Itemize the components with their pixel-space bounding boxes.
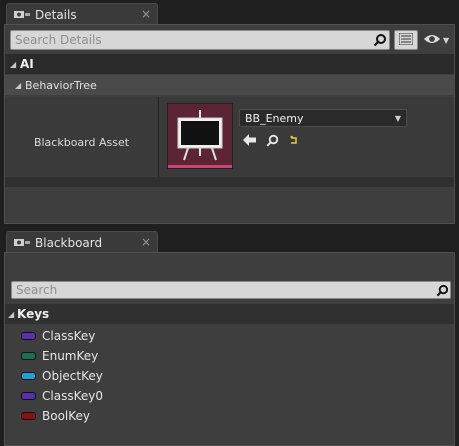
keys-category[interactable]: ◢ Keys — [5, 304, 454, 324]
details-tab-icon — [13, 8, 31, 22]
keys-category-label: Keys — [17, 307, 50, 321]
blackboard-search-field[interactable] — [11, 281, 451, 299]
key-item[interactable]: BoolKey — [5, 406, 454, 426]
blackboard-tab-icon — [13, 236, 31, 250]
key-type-pill-icon — [21, 352, 36, 360]
view-options-button[interactable] — [394, 30, 418, 50]
asset-picker-combo[interactable]: BB_Enemy ▼ — [239, 109, 407, 127]
key-label: EnumKey — [42, 349, 99, 363]
key-label: ObjectKey — [42, 369, 103, 383]
use-selected-arrow-icon[interactable] — [243, 133, 257, 147]
chevron-down-icon: ▼ — [394, 113, 401, 123]
blackboard-tab-close-icon[interactable]: × — [141, 235, 151, 249]
details-search-input[interactable] — [11, 31, 371, 49]
asset-thumbnail[interactable] — [167, 103, 233, 169]
key-label: BoolKey — [42, 409, 91, 423]
key-item[interactable]: ObjectKey — [5, 366, 454, 386]
property-footer — [5, 177, 454, 187]
blackboard-asset-icon — [177, 110, 223, 161]
list-view-icon — [398, 32, 414, 48]
tab-blackboard[interactable]: Blackboard × — [6, 231, 158, 253]
details-search-field[interactable] — [10, 30, 390, 50]
key-label: ClassKey0 — [42, 389, 103, 403]
key-item[interactable]: ClassKey — [5, 326, 454, 346]
key-type-pill-icon — [21, 392, 36, 400]
search-icon[interactable] — [434, 282, 450, 298]
key-item[interactable]: EnumKey — [5, 346, 454, 366]
property-value: BB_Enemy ▼ — [159, 97, 454, 187]
key-item[interactable]: ClassKey0 — [5, 386, 454, 406]
blackboard-panel: ◢ Keys ClassKey EnumKey ObjectKey ClassK… — [4, 252, 455, 446]
asset-actions — [243, 133, 301, 147]
browse-magnifier-icon[interactable] — [265, 133, 279, 147]
details-tab-close-icon[interactable]: × — [141, 7, 151, 21]
key-type-pill-icon — [21, 412, 36, 420]
key-label: ClassKey — [42, 329, 96, 343]
collapse-arrow-icon: ◢ — [10, 59, 17, 69]
eye-icon — [423, 33, 441, 48]
property-row-blackboard-asset: Blackboard Asset BB_Enemy ▼ — [5, 97, 454, 187]
keys-list: ClassKey EnumKey ObjectKey ClassKey0 Boo… — [5, 326, 454, 426]
details-tabstrip: Details × — [0, 0, 459, 25]
blackboard-search-input[interactable] — [12, 282, 434, 298]
tab-details[interactable]: Details × — [6, 3, 158, 25]
collapse-arrow-icon: ◢ — [15, 80, 22, 90]
key-type-pill-icon — [21, 372, 36, 380]
asset-type-color-bar — [168, 165, 232, 168]
category-ai[interactable]: ◢ AI — [5, 54, 454, 74]
category-ai-label: AI — [20, 57, 34, 71]
subcategory-behaviortree[interactable]: ◢ BehaviorTree — [5, 75, 454, 95]
blackboard-tab-label: Blackboard — [35, 235, 103, 250]
chevron-down-icon: ▼ — [443, 36, 450, 45]
key-type-pill-icon — [21, 332, 36, 340]
visibility-filter-button[interactable]: ▼ — [423, 33, 449, 48]
reset-to-default-icon[interactable] — [287, 133, 301, 147]
details-tab-label: Details — [35, 7, 77, 22]
property-name: Blackboard Asset — [5, 97, 159, 187]
asset-picker-value: BB_Enemy — [245, 111, 304, 125]
search-icon[interactable] — [371, 31, 389, 49]
collapse-arrow-icon: ◢ — [8, 309, 15, 319]
blackboard-tabstrip: Blackboard × — [0, 228, 459, 253]
details-panel: ▼ ◢ AI ◢ BehaviorTree Blackboard Asset — [4, 24, 455, 224]
editor-root: Details × Search Details ▼ ◢ AI ◢ Behavi… — [0, 0, 459, 446]
subcategory-behaviortree-label: BehaviorTree — [25, 78, 97, 92]
